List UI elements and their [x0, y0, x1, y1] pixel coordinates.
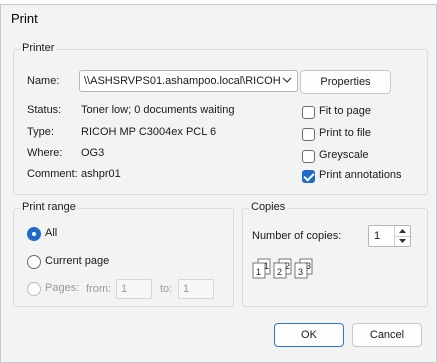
- to-input[interactable]: 1: [178, 279, 214, 299]
- status-value: Toner low; 0 documents waiting: [81, 104, 235, 116]
- name-label: Name:: [27, 75, 60, 87]
- triangle-up-icon: [399, 229, 406, 233]
- to-value: 1: [183, 283, 190, 295]
- comment-value: ashpr01: [81, 168, 121, 180]
- ok-button[interactable]: OK: [274, 323, 344, 347]
- ruler-mark: 5: [203, 0, 207, 1]
- fit-to-page-box: [302, 106, 315, 119]
- ruler-mark: 4: [189, 0, 193, 1]
- ruler-mark: 9: [260, 0, 264, 1]
- all-radio-label: All: [45, 227, 58, 239]
- print-range-group: Print range All Current page Pages: from…: [13, 201, 234, 307]
- ok-button-label: OK: [301, 329, 317, 341]
- fit-to-page-label: Fit to page: [319, 105, 371, 117]
- from-value: 1: [121, 283, 128, 295]
- collate-digit: 1: [264, 261, 269, 271]
- print-dialog: Print Printer Name: \\ASHSRVPS01.ashampo…: [0, 4, 437, 363]
- current-page-radio-button: [27, 255, 41, 269]
- printer-legend: Printer: [20, 42, 57, 54]
- ruler-mark: 11: [288, 0, 295, 1]
- ruler-mark: 16: [359, 0, 367, 1]
- cancel-button[interactable]: Cancel: [352, 323, 422, 347]
- collate-digit: 3: [298, 267, 303, 277]
- collate-digit: 3: [306, 261, 311, 271]
- triangle-down-icon: [399, 239, 406, 243]
- dialog-title: Print: [11, 11, 38, 26]
- to-label: to:: [160, 283, 173, 295]
- ruler-mark: 3: [174, 0, 178, 1]
- status-label: Status:: [27, 104, 62, 116]
- properties-button[interactable]: Properties: [300, 70, 391, 94]
- printer-name-value: \\ASHSRVPS01.ashampoo.local\RICOHMP: [84, 75, 280, 87]
- collate-pages-icon: 1 1 2 2 3 3: [252, 258, 313, 279]
- print-to-file-label: Print to file: [319, 127, 371, 139]
- spinner-buttons: [394, 226, 410, 246]
- collate-digit: 1: [256, 267, 261, 277]
- ruler-mark: 13: [316, 0, 324, 1]
- properties-button-label: Properties: [320, 76, 371, 88]
- greyscale-box: [302, 150, 315, 163]
- pages-radio-button: [27, 282, 41, 296]
- comment-label: Comment:: [27, 168, 78, 180]
- ruler-mark: 2: [160, 0, 164, 1]
- greyscale-label: Greyscale: [319, 149, 369, 161]
- current-page-radio-label: Current page: [45, 255, 110, 267]
- pages-radio-label: Pages:: [45, 282, 80, 294]
- type-value: RICOH MP C3004ex PCL 6: [81, 126, 217, 138]
- print-annotations-label: Print annotations: [319, 169, 402, 181]
- ruler-mark: 14: [331, 0, 339, 1]
- print-annotations-box: [302, 170, 315, 183]
- ruler-mark: 7: [231, 0, 235, 1]
- copies-value: 1: [374, 230, 381, 242]
- collate-digit: 2: [285, 261, 290, 271]
- ruler-mark: 8: [245, 0, 249, 1]
- printer-group: Printer Name: \\ASHSRVPS01.ashampoo.loca…: [13, 42, 428, 195]
- print-to-file-box: [302, 128, 315, 141]
- ruler-mark: 10: [274, 0, 282, 1]
- copies-legend: Copies: [249, 201, 288, 213]
- chevron-down-icon: [282, 77, 292, 83]
- ruler-mark: 1: [146, 0, 150, 1]
- collate-digit: 2: [277, 267, 282, 277]
- collate-icon: 1 1 2 2 3 3: [251, 257, 321, 281]
- type-label: Type:: [27, 126, 54, 138]
- where-value: OG3: [81, 147, 105, 159]
- print-range-legend: Print range: [20, 201, 78, 213]
- printer-name-select[interactable]: \\ASHSRVPS01.ashampoo.local\RICOHMP: [79, 70, 298, 92]
- ruler-mark: 6: [217, 0, 221, 1]
- copies-spinner[interactable]: 1: [368, 225, 411, 247]
- where-label: Where:: [27, 147, 63, 159]
- cancel-button-label: Cancel: [369, 329, 405, 341]
- all-radio-button: [27, 227, 41, 241]
- from-input[interactable]: 1: [116, 279, 152, 299]
- from-label: from:: [86, 283, 112, 295]
- spin-down-button[interactable]: [395, 236, 410, 246]
- ruler-mark: 15: [345, 0, 353, 1]
- ruler-mark: 12: [302, 0, 310, 1]
- number-of-copies-label: Number of copies:: [252, 230, 342, 242]
